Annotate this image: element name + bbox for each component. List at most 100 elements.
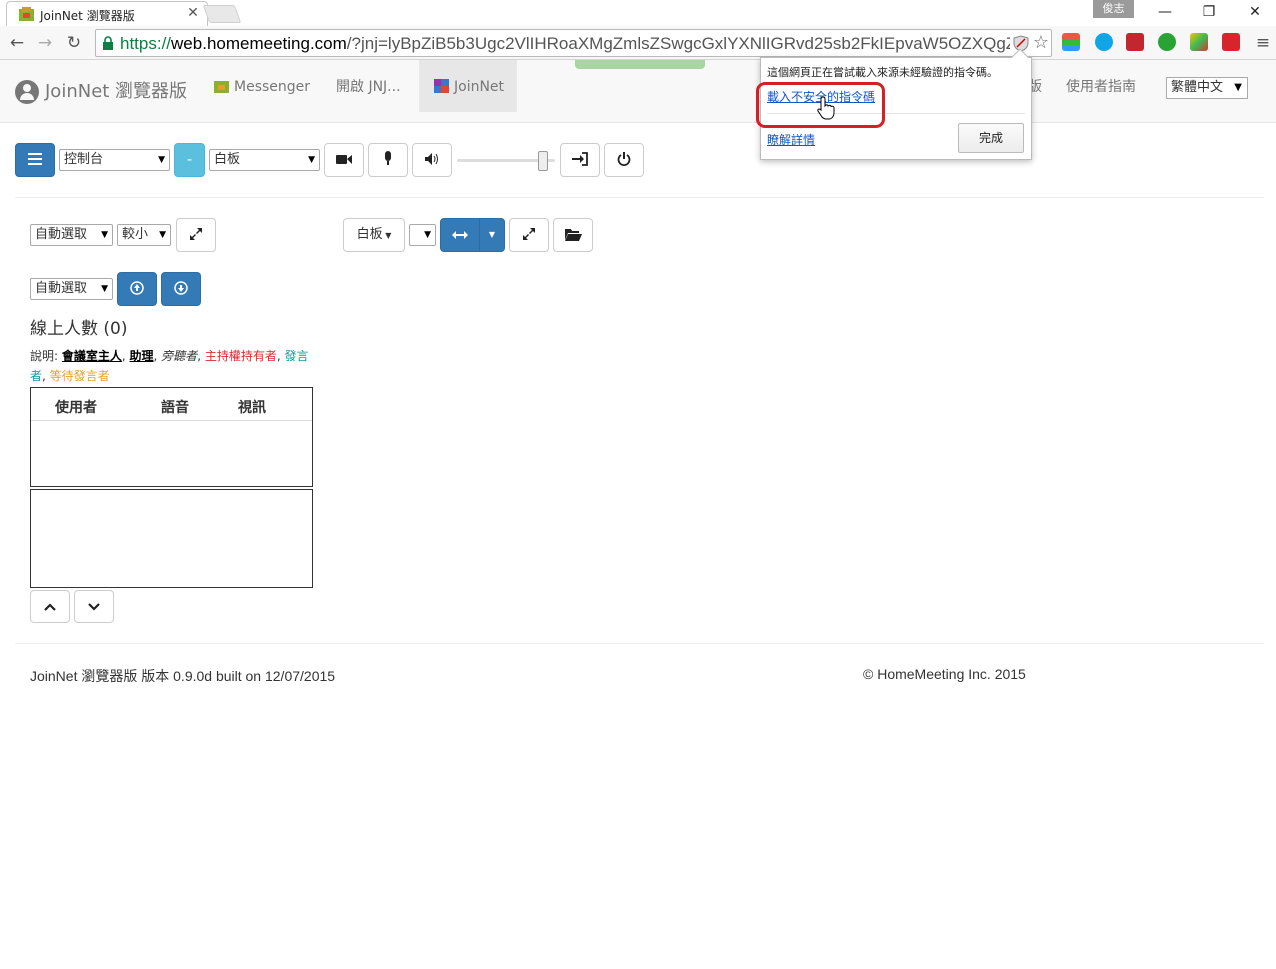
reload-icon[interactable]: ↻ xyxy=(63,32,85,54)
restore-icon[interactable]: ❐ xyxy=(1194,2,1224,22)
auto-select-dropdown-2[interactable]: 自動選取 ▼ xyxy=(30,278,113,300)
legend-silent: 旁聽者 xyxy=(161,349,198,363)
legend-host: 主持權持有者 xyxy=(204,349,277,363)
lock-icon xyxy=(103,36,113,50)
whiteboard-dropdown-button[interactable]: 白板 ▼ xyxy=(343,218,405,252)
bookmark-star-icon[interactable]: ☆ xyxy=(1033,32,1049,53)
hamburger-icon xyxy=(28,153,42,165)
power-icon xyxy=(617,152,631,166)
done-button[interactable]: 完成 xyxy=(958,123,1024,153)
login-button[interactable] xyxy=(560,143,600,177)
role-legend: 說明: 會議室主人, 助理, 旁聽者, 主持權持有者, 發言者, 等待發言者 xyxy=(30,349,309,383)
chevron-up-icon xyxy=(44,603,56,611)
power-button[interactable] xyxy=(604,143,644,177)
upload-button[interactable] xyxy=(117,272,157,306)
caret-down-icon: ▼ xyxy=(488,230,496,239)
auto-select-dropdown[interactable]: 自動選取 ▼ xyxy=(30,224,113,246)
hand-pointer-cursor-icon xyxy=(817,96,835,120)
nav-messenger[interactable]: Messenger xyxy=(199,60,325,112)
extension-check-icon[interactable] xyxy=(1190,33,1208,51)
extension-icon-1[interactable] xyxy=(1062,33,1080,51)
minimize-icon[interactable]: — xyxy=(1150,2,1180,22)
chevron-down-icon xyxy=(88,603,100,611)
camera-button[interactable] xyxy=(324,143,364,177)
participants-table: 使用者 語音 視訊 xyxy=(30,387,313,487)
caret-down-icon: ▼ xyxy=(159,230,166,240)
scroll-up-button[interactable] xyxy=(30,590,70,623)
skype-icon[interactable] xyxy=(1095,33,1113,51)
expand-video-button[interactable] xyxy=(176,218,216,252)
size-select[interactable]: 較小 ▼ xyxy=(117,224,171,246)
console-select[interactable]: 控制台 ▼ xyxy=(59,149,170,171)
microphone-button[interactable] xyxy=(368,143,408,177)
speaker-button[interactable] xyxy=(412,143,452,177)
online-count-title: 線上人數 (0) xyxy=(30,319,128,339)
folder-open-icon xyxy=(564,229,582,241)
fit-options-dropdown[interactable]: ▼ xyxy=(479,218,505,252)
horizontal-arrows-icon xyxy=(452,231,468,239)
nav-joinnet[interactable]: JoinNet xyxy=(419,60,517,112)
microphone-icon xyxy=(385,151,391,165)
caret-down-icon: ▼ xyxy=(424,230,431,240)
forward-icon[interactable]: → xyxy=(34,32,56,54)
url-text: https://web.homemeeting.com/?jnj=lyBpZiB… xyxy=(120,34,1010,53)
column-header-user: 使用者 xyxy=(55,400,97,416)
app-navbar: JoinNet 瀏覽器版 Messenger 開啟 JNJ... JoinNet… xyxy=(0,60,1276,123)
extension-leaf-icon[interactable] xyxy=(1158,33,1176,51)
nav-open-jnj[interactable]: 開啟 JNJ... xyxy=(321,60,416,112)
extension-book-icon[interactable] xyxy=(1126,33,1144,51)
column-header-audio: 語音 xyxy=(161,400,189,416)
open-folder-button[interactable] xyxy=(553,218,593,252)
scroll-down-button[interactable] xyxy=(74,590,114,623)
user-circle-icon xyxy=(15,80,39,104)
divider xyxy=(15,197,1264,198)
caret-down-icon: ▼ xyxy=(1234,82,1242,93)
download-button[interactable] xyxy=(161,272,201,306)
legend-owner: 會議室主人 xyxy=(61,349,122,363)
extension-acrobat-icon[interactable] xyxy=(1222,33,1240,51)
menu-icon[interactable]: ≡ xyxy=(1252,32,1274,54)
nav-user-guide[interactable]: 使用者指南 xyxy=(1051,60,1151,112)
learn-more-link[interactable]: 瞭解詳情 xyxy=(767,131,815,148)
arrow-up-circle-icon xyxy=(130,281,144,295)
video-camera-icon xyxy=(336,155,352,164)
whiteboard-select[interactable]: 白板 ▼ xyxy=(209,149,320,171)
browser-tab-active[interactable]: JoinNet 瀏覽器版 ✕ xyxy=(6,1,208,26)
caret-down-icon: ▼ xyxy=(382,231,392,240)
volume-slider-thumb[interactable] xyxy=(537,151,548,171)
legend-assistant: 助理 xyxy=(129,349,154,363)
close-window-icon[interactable]: ✕ xyxy=(1240,2,1270,22)
footer-divider xyxy=(15,643,1264,644)
expand-icon xyxy=(190,228,202,240)
column-header-video: 視訊 xyxy=(238,400,266,416)
notification-strip xyxy=(575,60,705,69)
brand[interactable]: JoinNet 瀏覽器版 xyxy=(15,77,187,104)
expand-icon xyxy=(523,228,535,240)
arrow-down-circle-icon xyxy=(174,281,188,295)
profile-badge[interactable]: 俊志 xyxy=(1093,0,1134,18)
browser-toolbar: ← → ↻ https://web.homemeeting.com/?jnj=l… xyxy=(0,26,1276,60)
new-tab-button[interactable] xyxy=(202,5,242,23)
legend-waiting: 等待發言者 xyxy=(49,369,110,383)
chat-box[interactable] xyxy=(30,489,313,588)
messenger-icon xyxy=(214,81,229,93)
joinnet-favicon-icon xyxy=(19,7,34,21)
minus-button[interactable]: - xyxy=(174,143,205,177)
page-select[interactable]: ▼ xyxy=(409,224,436,246)
popup-message: 這個網頁正在嘗試載入來源未經驗證的指令碼。 xyxy=(767,66,998,79)
caret-down-icon: ▼ xyxy=(308,155,315,165)
back-icon[interactable]: ← xyxy=(6,32,28,54)
menu-toggle-button[interactable] xyxy=(15,143,55,177)
address-bar[interactable]: https://web.homemeeting.com/?jnj=lyBpZiB… xyxy=(95,29,1052,57)
caret-down-icon: ▼ xyxy=(158,155,165,165)
version-text: JoinNet 瀏覽器版 版本 0.9.0d built on 12/07/20… xyxy=(30,668,336,684)
fit-width-button[interactable] xyxy=(440,218,480,252)
joinnet-icon xyxy=(434,79,449,93)
browser-titlebar: JoinNet 瀏覽器版 ✕ 俊志 — ❐ ✕ xyxy=(0,0,1276,26)
volume-icon xyxy=(425,153,438,165)
copyright-text: © HomeMeeting Inc. 2015 xyxy=(863,666,1026,682)
sign-in-icon xyxy=(572,152,588,166)
language-select[interactable]: 繁體中文 ▼ xyxy=(1166,77,1248,99)
tab-close-icon[interactable]: ✕ xyxy=(185,5,201,21)
expand-whiteboard-button[interactable] xyxy=(509,218,549,252)
